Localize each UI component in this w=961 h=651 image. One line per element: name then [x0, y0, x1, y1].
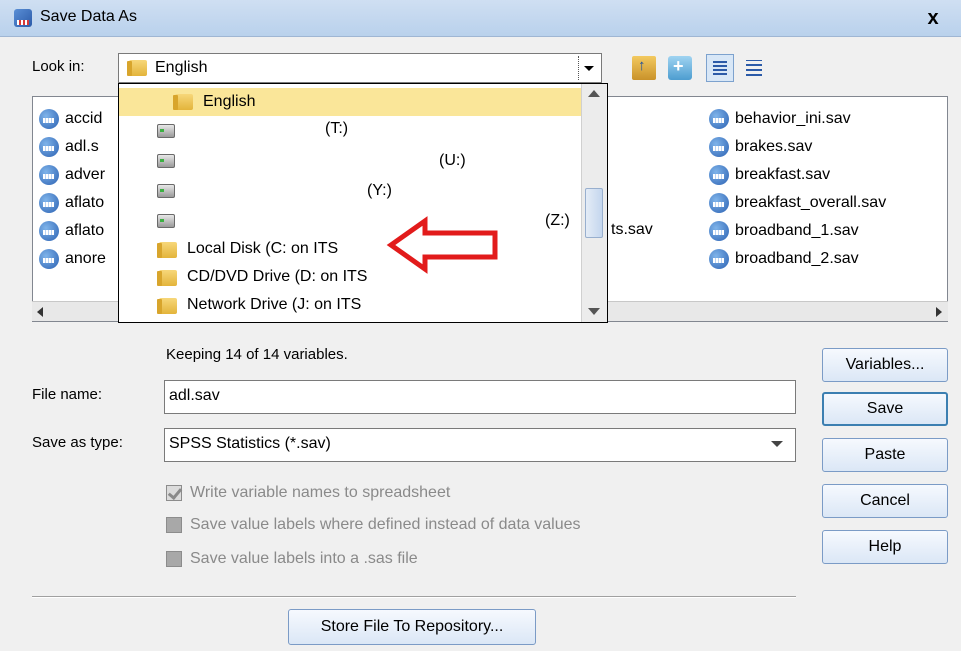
list-view-icon[interactable] — [706, 54, 734, 82]
list-item[interactable]: ts.sav — [611, 221, 653, 245]
divider — [32, 596, 796, 598]
drive-folder-icon — [157, 298, 177, 314]
list-item[interactable]: aflato — [39, 193, 104, 217]
close-button[interactable]: x — [911, 6, 955, 30]
window-title: Save Data As — [40, 8, 137, 25]
list-item[interactable]: broadband_2.sav — [709, 249, 859, 273]
variables-count-text: Keeping 14 of 14 variables. — [166, 346, 348, 363]
annotation-arrow-icon — [386, 216, 498, 274]
dropdown-scrollbar[interactable] — [581, 84, 607, 322]
list-item[interactable]: adl.s — [39, 137, 99, 161]
file-name-field[interactable]: adl.sav — [164, 380, 796, 414]
sav-file-icon — [39, 109, 59, 129]
network-drive-icon — [157, 214, 175, 228]
chevron-down-icon[interactable] — [771, 441, 783, 447]
dropdown-item-local-disk[interactable]: Local Disk (C: on ITS — [119, 236, 581, 264]
look-in-dropdown[interactable]: English (T:) (U:) (Y:) (Z:) Local Disk (… — [118, 83, 608, 323]
sav-file-icon — [709, 221, 729, 241]
dropdown-item-drive-y[interactable]: (Y:) — [119, 178, 581, 206]
dropdown-item-network-drive[interactable]: Network Drive (J: on ITS — [119, 292, 581, 320]
folder-icon — [127, 60, 147, 76]
look-in-value: English — [155, 59, 208, 76]
store-file-to-repository-button[interactable]: Store File To Repository... — [288, 609, 536, 645]
scroll-right-icon[interactable] — [932, 304, 946, 318]
dropdown-item-drive-z[interactable]: (Z:) — [119, 208, 581, 236]
new-folder-icon[interactable] — [668, 56, 692, 80]
spss-app-icon — [14, 9, 32, 27]
scroll-left-icon[interactable] — [34, 304, 48, 318]
save-type-label: Save as type: — [32, 434, 123, 451]
dropdown-item-cd-drive[interactable]: CD/DVD Drive (D: on ITS — [119, 264, 581, 292]
sav-file-icon — [39, 249, 59, 269]
list-item[interactable]: behavior_ini.sav — [709, 109, 851, 133]
variables-button[interactable]: Variables... — [822, 348, 948, 382]
network-drive-icon — [157, 184, 175, 198]
sav-file-icon — [39, 137, 59, 157]
list-item[interactable]: brakes.sav — [709, 137, 812, 161]
list-item[interactable]: accid — [39, 109, 102, 133]
title-bar: Save Data As x — [0, 0, 961, 37]
network-drive-icon — [157, 154, 175, 168]
sav-file-icon — [709, 249, 729, 269]
list-item[interactable]: broadband_1.sav — [709, 221, 859, 245]
list-item[interactable]: anore — [39, 249, 106, 273]
value-labels-checkbox — [166, 516, 182, 533]
list-item[interactable]: breakfast_overall.sav — [709, 193, 886, 217]
write-names-option: Write variable names to spreadsheet — [166, 484, 450, 502]
list-item[interactable]: breakfast.sav — [709, 165, 830, 189]
dropdown-item-drive-t[interactable]: (T:) — [119, 118, 581, 146]
sas-labels-option: Save value labels into a .sas file — [166, 550, 418, 568]
sav-file-icon — [709, 165, 729, 185]
file-name-label: File name: — [32, 386, 103, 403]
list-item[interactable]: adver — [39, 165, 105, 189]
network-drive-icon — [157, 124, 175, 138]
sav-file-icon — [709, 137, 729, 157]
write-names-checkbox — [166, 484, 182, 501]
save-type-select[interactable]: SPSS Statistics (*.sav) — [164, 428, 796, 462]
sav-file-icon — [39, 165, 59, 185]
paste-button[interactable]: Paste — [822, 438, 948, 472]
scroll-up-icon[interactable] — [585, 86, 603, 102]
details-view-icon[interactable] — [742, 56, 766, 80]
save-button[interactable]: Save — [822, 392, 948, 426]
scroll-thumb[interactable] — [585, 188, 603, 238]
folder-icon — [173, 94, 193, 110]
sav-file-icon — [709, 109, 729, 129]
drive-folder-icon — [157, 270, 177, 286]
dropdown-item-drive-u[interactable]: (U:) — [119, 148, 581, 176]
dropdown-item-english[interactable]: English — [119, 88, 581, 116]
look-in-combo[interactable]: English — [118, 53, 602, 83]
cancel-button[interactable]: Cancel — [822, 484, 948, 518]
save-type-value: SPSS Statistics (*.sav) — [169, 435, 331, 452]
sav-file-icon — [39, 221, 59, 241]
list-item[interactable]: aflato — [39, 221, 104, 245]
sas-labels-checkbox — [166, 550, 182, 567]
up-folder-icon[interactable] — [632, 56, 656, 80]
value-labels-option: Save value labels where defined instead … — [166, 516, 580, 534]
sav-file-icon — [39, 193, 59, 213]
help-button[interactable]: Help — [822, 530, 948, 564]
drive-folder-icon — [157, 242, 177, 258]
chevron-down-icon[interactable] — [578, 56, 599, 80]
sav-file-icon — [709, 193, 729, 213]
look-in-label: Look in: — [32, 58, 85, 75]
scroll-down-icon[interactable] — [585, 304, 603, 320]
